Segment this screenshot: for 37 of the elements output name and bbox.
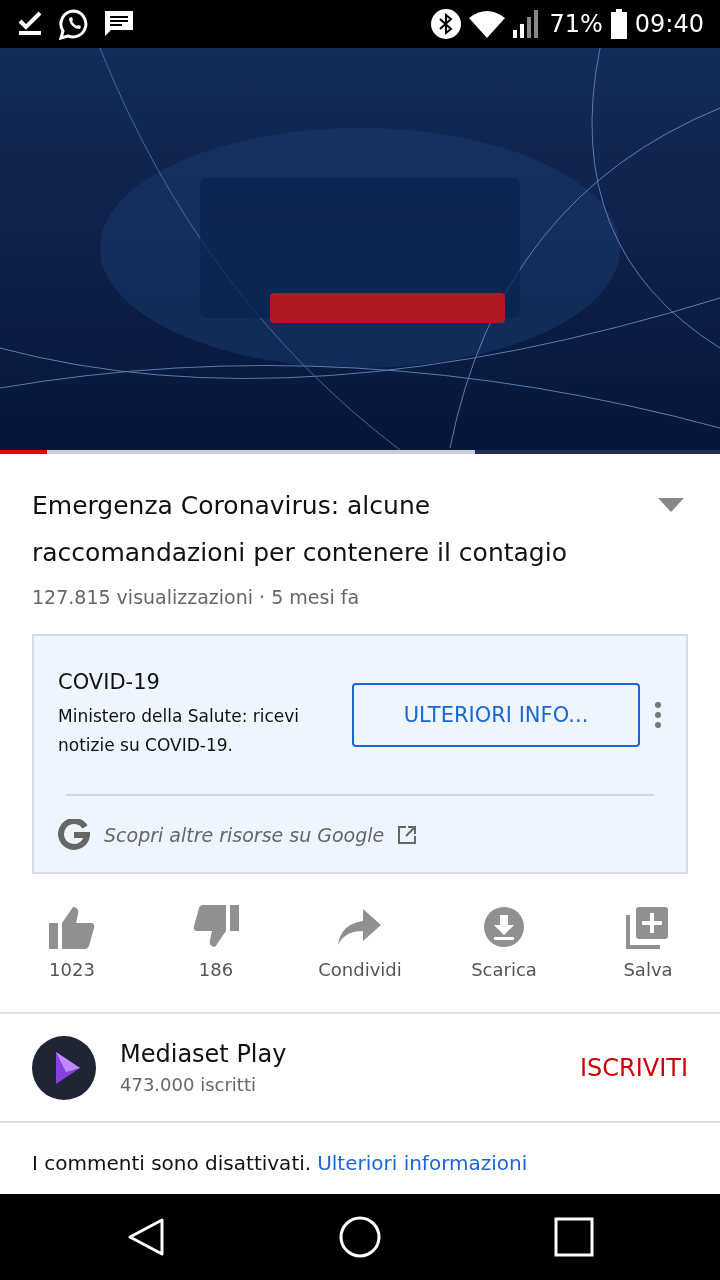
- card-text: Ministero della Salute: ricevi notizie su COVID-19.: [58, 704, 301, 757]
- save-button[interactable]: Salva: [576, 873, 720, 1013]
- google-g-icon: [58, 818, 90, 851]
- add-to-playlist-icon: [626, 905, 670, 950]
- message-icon: [104, 9, 134, 38]
- thumbs-up-icon: [49, 905, 95, 950]
- download-button[interactable]: Scarica: [432, 873, 576, 1013]
- caret-icon[interactable]: [658, 497, 684, 512]
- more-info-button[interactable]: ULTERIORI INFO...: [352, 682, 640, 747]
- chat-bubble-icon: [58, 7, 90, 40]
- like-button[interactable]: 1023: [0, 873, 144, 1013]
- more-options-icon[interactable]: [654, 700, 662, 729]
- back-icon[interactable]: [126, 1216, 167, 1257]
- wifi-icon: [469, 9, 506, 38]
- subscribe-button[interactable]: ISCRIVITI: [579, 1053, 688, 1082]
- more-info-link[interactable]: Ulteriori informazioni: [317, 1151, 528, 1194]
- channel-avatar-icon[interactable]: [32, 1035, 96, 1100]
- battery-percentage: 71%: [549, 9, 603, 38]
- thumbs-down-icon: [193, 905, 239, 950]
- card-heading: COVID-19: [58, 669, 161, 694]
- external-link-icon[interactable]: [398, 825, 417, 844]
- download-icon: [482, 905, 526, 950]
- clock: 09:40: [634, 9, 704, 38]
- video-meta: 127.815 visualizzazioni · 5 mesi fa: [31, 584, 361, 608]
- video-progress-bar[interactable]: [0, 449, 720, 454]
- comments-disabled-text: I commenti sono disattivati.: [32, 1151, 312, 1178]
- bluetooth-icon: [431, 8, 462, 39]
- channel-name[interactable]: Mediaset Play: [120, 1040, 556, 1069]
- share-button[interactable]: Condividi: [288, 873, 432, 1013]
- download-done-icon: [16, 10, 44, 37]
- google-resources-link[interactable]: Scopri altre risorse su Google: [104, 823, 385, 846]
- home-icon[interactable]: [339, 1215, 381, 1258]
- subscriber-count: 473.000 iscritti: [120, 1074, 257, 1096]
- recents-icon[interactable]: [553, 1216, 594, 1257]
- video-title: Emergenza Coronavirus: alcune raccomandazioni per contenere il contagio: [32, 489, 568, 569]
- battery-icon: [610, 8, 627, 39]
- dislike-button[interactable]: 186: [144, 873, 288, 1013]
